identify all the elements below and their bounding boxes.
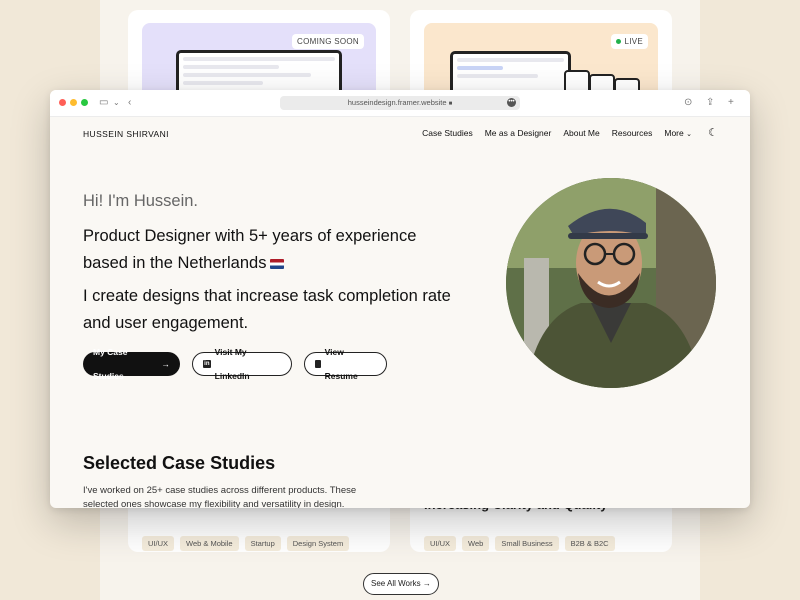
tag: Startup: [244, 536, 281, 551]
nav-resources[interactable]: Resources: [612, 128, 653, 138]
live-dot-icon: [616, 39, 622, 45]
arrow-right-icon: →: [422, 579, 431, 588]
nav-more[interactable]: More ⌄: [664, 128, 692, 138]
back-icon[interactable]: ‹: [128, 96, 131, 110]
tag: UI/UX: [424, 536, 457, 551]
site-nav: HUSSEIN SHIRVANI Case Studies Me as a De…: [50, 116, 750, 152]
arrow-right-icon: →: [161, 359, 171, 369]
tag-list: UI/UX Web & Mobile Startup Design System: [142, 536, 350, 551]
tag: Web & Mobile: [180, 536, 239, 551]
see-all-works-button[interactable]: See All Works →: [363, 573, 439, 595]
chevron-down-icon: ⌄: [686, 131, 692, 138]
sidebar-icon[interactable]: ▭: [99, 96, 108, 110]
status-badge: LIVE: [611, 34, 648, 49]
moon-icon[interactable]: ☾: [708, 126, 718, 139]
tag: B2B & B2C: [564, 536, 615, 551]
my-case-studies-button[interactable]: My Case Studies →: [83, 347, 180, 381]
lock-icon: ■: [448, 101, 453, 107]
site-logo[interactable]: HUSSEIN SHIRVANI: [83, 129, 169, 139]
nav-me-as-designer[interactable]: Me as a Designer: [485, 128, 552, 138]
section-title: Selected Case Studies: [83, 453, 276, 473]
view-resume-button[interactable]: View Resume: [304, 347, 387, 381]
tag: Design System: [286, 536, 350, 551]
tag: UI/UX: [142, 536, 175, 551]
new-tab-icon[interactable]: +: [728, 96, 734, 110]
browser-toolbar: ▭ ⌄ ‹ husseindesign.framer.website ■ •••…: [50, 90, 750, 117]
share-icon[interactable]: ⇪: [706, 96, 714, 110]
hero-line-experience: Product Designer with 5+ years of experi…: [83, 227, 417, 272]
document-icon: [315, 360, 321, 368]
linkedin-icon: in: [203, 360, 211, 368]
url-text: husseindesign.framer.website: [347, 98, 447, 107]
browser-window: ▭ ⌄ ‹ husseindesign.framer.website ■ •••…: [50, 90, 750, 508]
status-badge: COMING SOON: [292, 34, 364, 49]
tag: Web: [462, 536, 490, 551]
chevron-down-icon[interactable]: ⌄: [113, 96, 120, 110]
tag: Small Business: [495, 536, 559, 551]
visit-linkedin-button[interactable]: in Visit My LinkedIn: [192, 347, 292, 381]
nav-case-studies[interactable]: Case Studies: [422, 128, 473, 138]
section-description: I've worked on 25+ case studies across d…: [83, 485, 357, 508]
url-bar[interactable]: husseindesign.framer.website ■ •••: [280, 96, 520, 110]
hero-greeting: Hi! I'm Hussein.: [83, 192, 199, 210]
more-options-icon[interactable]: •••: [507, 98, 516, 107]
netherlands-flag-icon: [270, 258, 285, 269]
download-icon[interactable]: ⊙: [684, 96, 692, 110]
maximize-window-icon[interactable]: [81, 99, 88, 106]
nav-links: Case Studies Me as a Designer About Me R…: [422, 128, 692, 138]
hero-line-value: I create designs that increase task comp…: [83, 287, 451, 332]
nav-about-me[interactable]: About Me: [563, 128, 599, 138]
close-window-icon[interactable]: [59, 99, 66, 106]
profile-photo: [506, 178, 716, 388]
minimize-window-icon[interactable]: [70, 99, 77, 106]
tag-list: UI/UX Web Small Business B2B & B2C: [424, 536, 615, 551]
